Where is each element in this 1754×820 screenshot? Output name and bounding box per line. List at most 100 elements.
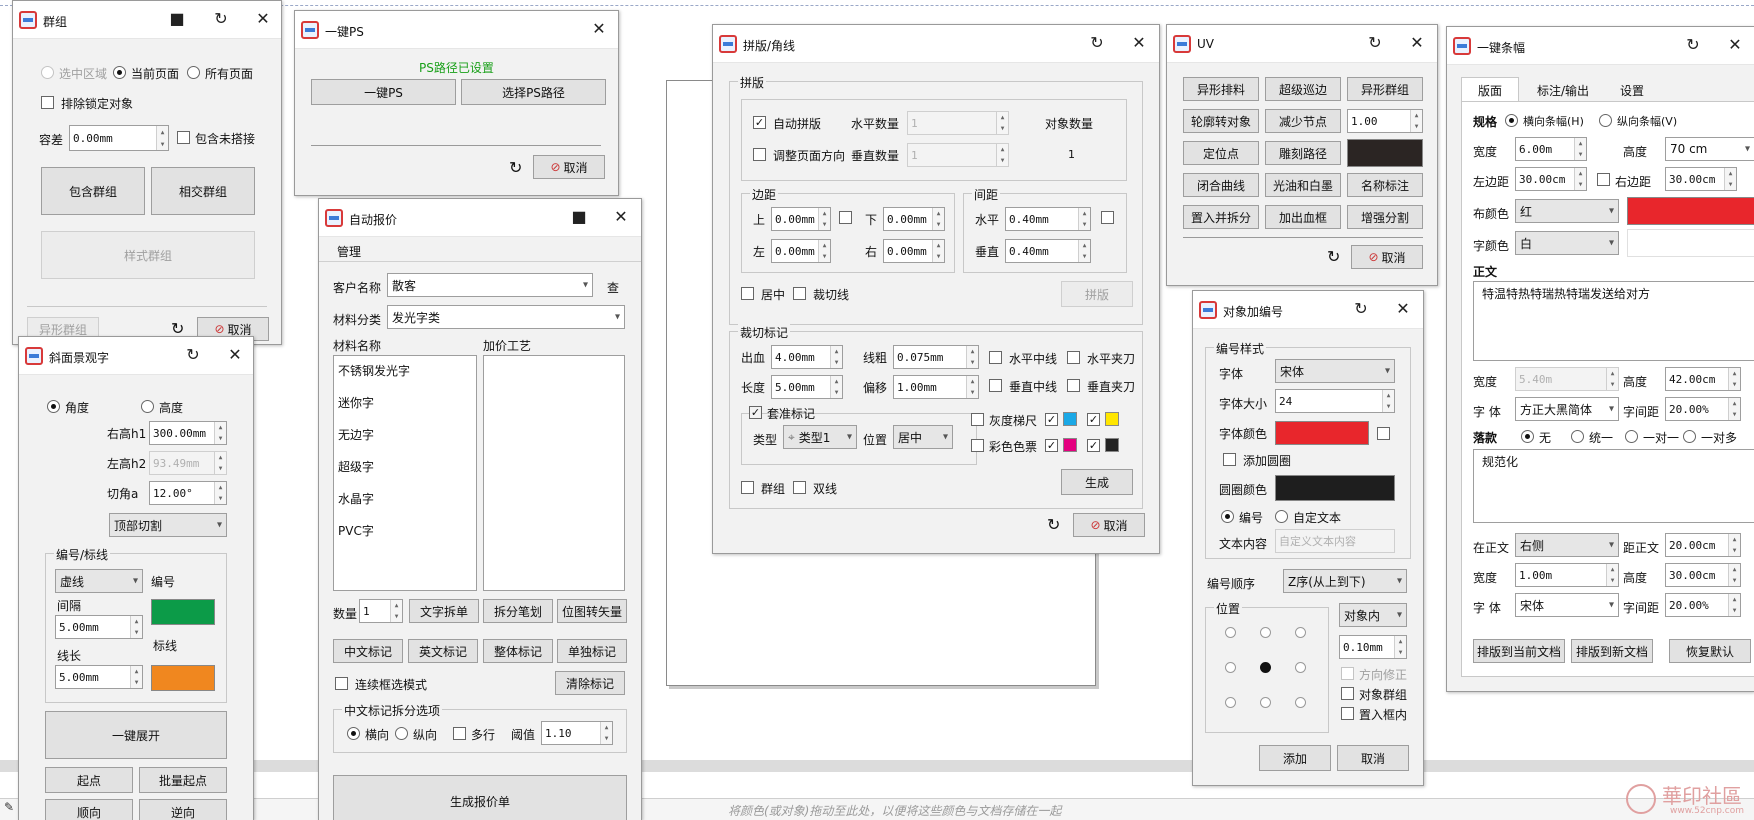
video-icon[interactable]: ■ xyxy=(569,208,589,226)
text-color-select[interactable]: 白 xyxy=(1515,231,1619,255)
spinner[interactable]: ▲ ▼ xyxy=(996,112,1008,134)
choose-ps-path-button[interactable]: 选择PS路径 xyxy=(461,79,606,105)
gap-v-input[interactable]: 0.40mm ▲ ▼ xyxy=(1005,239,1091,263)
close-icon[interactable]: ✕ xyxy=(1725,36,1745,54)
position-top-left[interactable] xyxy=(1225,627,1236,638)
reverse-button[interactable]: 逆向 xyxy=(139,799,227,820)
video-icon[interactable]: ■ xyxy=(167,10,187,28)
list-item[interactable]: 不锈钢发光字 xyxy=(334,356,476,388)
spinner[interactable]: ▲ ▼ xyxy=(130,616,142,638)
checkbox-cyan[interactable]: ✓ xyxy=(1045,413,1058,426)
text-content-input[interactable]: 自定义文本内容 xyxy=(1275,529,1395,553)
spinner[interactable]: ▲ ▼ xyxy=(1394,636,1406,658)
width-input[interactable]: 6.00m ▲ ▼ xyxy=(1515,137,1587,161)
checkbox-link-margin[interactable] xyxy=(839,211,852,224)
sign-width-input[interactable]: 1.00m ▲ ▼ xyxy=(1515,563,1619,587)
spinner[interactable]: ▲ ▼ xyxy=(1078,240,1090,262)
title-bar[interactable]: 拼版/角线 ↻ ✕ xyxy=(713,25,1159,63)
list-item[interactable]: 迷你字 xyxy=(334,388,476,420)
lookup-link[interactable]: 查 xyxy=(607,279,619,296)
number-color-swatch[interactable] xyxy=(151,599,215,625)
checkbox-obj-group[interactable] xyxy=(1341,687,1354,700)
position-select[interactable]: 居中 xyxy=(893,425,953,449)
spinner[interactable]: ▲ ▼ xyxy=(1410,110,1422,132)
intersect-group-button[interactable]: 相交群组 xyxy=(151,167,255,215)
split-stroke-button[interactable]: 拆分笔划 xyxy=(483,599,553,623)
radio-sign-none[interactable] xyxy=(1521,430,1534,443)
spinner[interactable]: ▲ ▼ xyxy=(1574,168,1586,190)
material-cat-select[interactable]: 发光字类 xyxy=(387,305,625,329)
customer-select[interactable]: 散客 xyxy=(387,273,593,297)
radio-sign-uniform[interactable] xyxy=(1571,430,1584,443)
add-button[interactable]: 添加 xyxy=(1259,745,1331,771)
radio-angle[interactable] xyxy=(47,400,60,413)
size-input[interactable]: 24 ▲ ▼ xyxy=(1275,389,1395,413)
spinner[interactable]: ▲ ▼ xyxy=(818,208,830,230)
offset-input[interactable]: 1.00mm ▲ ▼ xyxy=(893,375,979,399)
uv-color-swatch[interactable] xyxy=(1347,139,1423,167)
restore-default-button[interactable]: 恢复默认 xyxy=(1669,639,1751,663)
radio-v-banner[interactable] xyxy=(1599,114,1612,127)
generate-button[interactable]: 生成 xyxy=(1061,469,1133,495)
spinner[interactable]: ▲ ▼ xyxy=(1728,534,1740,556)
node-value-input[interactable]: 1.00 ▲ ▼ xyxy=(1347,109,1423,133)
checkbox-link-gap[interactable] xyxy=(1101,211,1114,224)
position-bottom-right[interactable] xyxy=(1295,697,1306,708)
sign-font-select[interactable]: 宋体 xyxy=(1515,593,1619,617)
spinner[interactable]: ▲ ▼ xyxy=(390,600,402,622)
refresh-icon[interactable]: ↻ xyxy=(1351,300,1371,318)
shape-group-button[interactable]: 异形群组 xyxy=(1347,77,1423,101)
bleed-input[interactable]: 4.00mm ▲ ▼ xyxy=(771,345,843,369)
radio-vertical[interactable] xyxy=(395,727,408,740)
left-margin-input[interactable]: 30.00cm ▲ ▼ xyxy=(1515,167,1587,191)
checkbox-h-center[interactable] xyxy=(989,351,1002,364)
whole-mark-button[interactable]: 整体标记 xyxy=(483,639,553,663)
cn-mark-button[interactable]: 中文标记 xyxy=(333,639,403,663)
title-bar[interactable]: 对象加编号 ↻ ✕ xyxy=(1193,291,1423,329)
at-body-select[interactable]: 右侧 xyxy=(1515,533,1619,557)
layout-new-button[interactable]: 排版到新文档 xyxy=(1571,639,1653,663)
left-margin-input[interactable]: 0.00mm ▲ ▼ xyxy=(771,239,831,263)
engrave-path-button[interactable]: 雕刻路径 xyxy=(1265,141,1341,165)
close-icon[interactable]: ✕ xyxy=(225,346,245,364)
checkbox-black[interactable]: ✓ xyxy=(1087,439,1100,452)
spinner[interactable]: ▲ ▼ xyxy=(1606,564,1618,586)
spinner[interactable]: ▲ ▼ xyxy=(1728,368,1740,390)
tab-label-output[interactable]: 标注/输出 xyxy=(1521,79,1605,101)
close-icon[interactable]: ✕ xyxy=(1129,34,1149,52)
spinner[interactable]: ▲ ▼ xyxy=(996,144,1008,166)
shape-nesting-button[interactable]: 异形排料 xyxy=(1183,77,1259,101)
sign-spacing-input[interactable]: 20.00% ▲ ▼ xyxy=(1665,593,1741,617)
title-bar[interactable]: 自动报价 ■ ✕ xyxy=(319,199,641,237)
checkbox-color-bar[interactable] xyxy=(971,439,984,452)
spinner[interactable]: ▲ ▼ xyxy=(214,452,226,474)
checkbox-cut-line[interactable] xyxy=(793,287,806,300)
spinner[interactable]: ▲ ▼ xyxy=(600,722,612,744)
refresh-icon[interactable]: ↻ xyxy=(211,10,231,28)
spinner[interactable]: ▲ ▼ xyxy=(156,126,168,150)
cancel-button[interactable]: ⊘ 取消 xyxy=(1351,245,1423,269)
length-input[interactable]: 5.00mm ▲ ▼ xyxy=(771,375,843,399)
offset-input[interactable]: 0.10mm ▲ ▼ xyxy=(1339,635,1407,659)
checkbox-auto-impose[interactable]: ✓ xyxy=(753,116,766,129)
radio-horizontal[interactable] xyxy=(347,727,360,740)
style-group-button[interactable]: 样式群组 xyxy=(41,231,255,279)
layout-current-button[interactable]: 排版到当前文档 xyxy=(1473,639,1565,663)
right-height-input[interactable]: 300.00mm ▲ ▼ xyxy=(149,421,227,445)
spinner[interactable]: ▲ ▼ xyxy=(130,666,142,688)
close-icon[interactable]: ✕ xyxy=(1407,34,1427,52)
tab-settings[interactable]: 设置 xyxy=(1607,79,1657,101)
checkbox-font-color[interactable] xyxy=(1377,427,1390,440)
cancel-button[interactable]: 取消 xyxy=(1337,745,1409,771)
gap-h-input[interactable]: 0.40mm ▲ ▼ xyxy=(1005,207,1091,231)
left-height-input[interactable]: 93.49mm ▲ ▼ xyxy=(149,451,227,475)
close-curve-button[interactable]: 闭合曲线 xyxy=(1183,173,1259,197)
spinner[interactable]: ▲ ▼ xyxy=(1606,368,1618,390)
order-select[interactable]: Z序(从上到下) xyxy=(1283,569,1407,593)
font-color-swatch[interactable] xyxy=(1275,421,1369,445)
checkbox-v-center[interactable] xyxy=(989,379,1002,392)
top-margin-input[interactable]: 0.00mm ▲ ▼ xyxy=(771,207,831,231)
position-middle-right[interactable] xyxy=(1295,662,1306,673)
title-bar[interactable]: 群组 ■ ↻ ✕ xyxy=(13,1,281,39)
spinner[interactable]: ▲ ▼ xyxy=(1724,168,1736,190)
